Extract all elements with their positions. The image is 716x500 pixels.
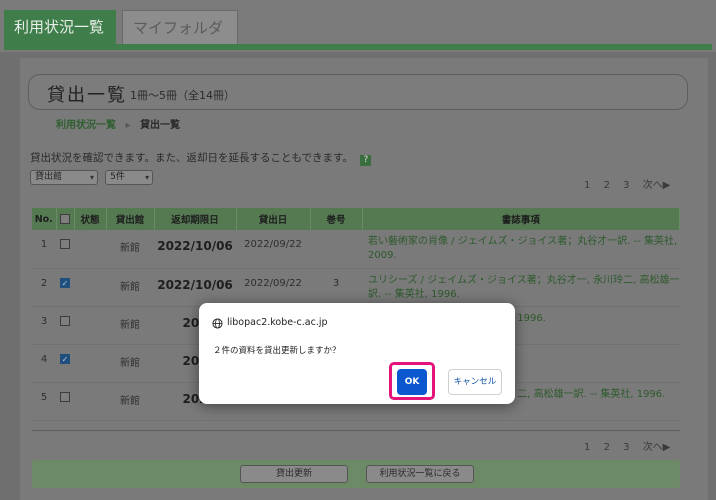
col-bib-info: 書誌事項 [362,208,680,230]
row-status [74,344,106,383]
breadcrumb-usage-list-link[interactable]: 利用状況一覧 [56,120,116,131]
col-volume: 巻号 [310,208,363,230]
renew-loan-button[interactable]: 貸出更新 [240,465,348,483]
select-all-checkbox[interactable] [60,214,70,224]
row-no: 5 [32,382,56,421]
col-select-all [56,208,75,230]
page-link-2[interactable]: 2 [604,180,610,191]
next-page-link[interactable]: 次へ▶ [643,442,671,453]
back-to-usage-list-button[interactable]: 利用状況一覧に戻る [366,465,474,483]
chevron-down-icon: ▾ [145,173,150,182]
col-library: 貸出館 [106,208,155,230]
row-status [74,382,106,421]
breadcrumb-current: 貸出一覧 [140,120,180,131]
per-page-select-value: 5件 [110,172,125,182]
dialog-origin: libopac2.kobe-c.ac.jp [227,317,328,328]
divider [32,430,680,431]
row-checkbox-cell [56,230,74,269]
breadcrumb: 利用状況一覧 ▸ 貸出一覧 [56,116,180,131]
row-volume [310,230,362,269]
row-title-link[interactable]: 若い藝術家の肖像 / ジェイムズ・ジョイス著；丸谷才一訳. -- 集英社, 20… [362,230,680,269]
row-checkbox[interactable] [60,239,70,249]
dialog-message: ２件の資料を貸出更新しますか？ [213,346,341,356]
breadcrumb-separator-icon: ▸ [125,120,131,131]
library-select[interactable]: 貸出館 ▾ [30,170,98,185]
ok-button[interactable]: OK [397,369,427,395]
col-lent-date: 貸出日 [236,208,311,230]
page-link-3[interactable]: 3 [623,442,629,453]
row-checkbox-cell: ✓ [56,268,74,307]
tab-my-folder[interactable]: マイフォルダ [122,10,238,44]
help-icon[interactable]: ? [360,155,372,166]
pager-top: 1 2 3 次へ▶ [574,176,670,191]
row-due-date: 2022/10/06 [154,268,236,307]
filter-selects: 貸出館 ▾ 5件 ▾ [30,170,155,189]
row-lent-date: 2022/09/22 [236,230,310,269]
col-no: No. [32,208,57,230]
info-text-row: 貸出状況を確認できます。また、返却日を延長することもできます。 ? [30,150,372,166]
row-checkbox-cell [56,306,74,345]
info-text: 貸出状況を確認できます。また、返却日を延長することもできます。 [30,152,353,164]
row-library: 新館 [106,382,154,421]
row-no: 3 [32,306,56,345]
row-library: 新館 [106,230,154,269]
row-library: 新館 [106,306,154,345]
table-header-row: No. 状態 貸出館 返却期限日 貸出日 巻号 書誌事項 [32,208,680,230]
row-volume: 3 [310,268,362,307]
table-row: 1 新館 2022/10/06 2022/09/22 若い藝術家の肖像 / ジェ… [32,230,680,269]
row-checkbox[interactable] [60,315,70,326]
page-content: 貸出一覧 1冊～5冊（全14冊） 利用状況一覧 ▸ 貸出一覧 貸出状況を確認でき… [20,58,708,500]
col-status: 状態 [74,208,107,230]
row-due-date: 2022/10/06 [154,230,236,269]
row-status [74,230,106,269]
confirm-dialog: libopac2.kobe-c.ac.jp ２件の資料を貸出更新しますか？ OK… [199,303,515,404]
row-library: 新館 [106,344,154,383]
page-title: 貸出一覧 [47,85,127,106]
row-checkbox-checked[interactable]: ✓ [60,353,70,364]
per-page-select[interactable]: 5件 ▾ [105,170,154,185]
page-heading: 貸出一覧 1冊～5冊（全14冊） [28,74,688,110]
library-select-value: 貸出館 [35,172,63,182]
row-checkbox-cell [56,382,74,421]
tab-strip: 利用状況一覧 マイフォルダ [0,0,716,52]
item-range: 1冊～5冊（全14冊） [130,89,235,102]
page-link-2[interactable]: 2 [604,442,610,453]
tab-usage-list[interactable]: 利用状況一覧 [4,10,116,44]
row-no: 4 [32,344,56,383]
row-no: 2 [32,268,56,307]
page-link-3[interactable]: 3 [623,180,629,191]
row-status [74,306,106,345]
row-no: 1 [32,230,56,269]
row-checkbox-checked[interactable]: ✓ [60,277,70,288]
chevron-down-icon: ▾ [89,173,94,182]
row-title-link[interactable]: ユリシーズ / ジェイムズ・ジョイス著；丸谷才一, 永川玲二, 高松雄一訳. -… [362,268,680,307]
page-link-1[interactable]: 1 [584,180,590,191]
cancel-button[interactable]: キャンセル [448,369,502,395]
row-checkbox-cell: ✓ [56,344,74,383]
action-bar: 貸出更新 利用状況一覧に戻る [32,460,680,488]
col-due-date: 返却期限日 [154,208,237,230]
globe-icon [212,318,223,329]
row-library: 新館 [106,268,154,307]
pager-bottom: 1 2 3 次へ▶ [574,438,670,453]
tab-underline [4,44,712,50]
row-checkbox[interactable] [60,391,70,402]
page-link-1[interactable]: 1 [584,442,590,453]
row-lent-date: 2022/09/22 [236,268,310,307]
row-status [74,268,106,307]
next-page-link[interactable]: 次へ▶ [643,180,671,191]
table-row: 2 ✓ 新館 2022/10/06 2022/09/22 3 ユリシーズ / ジ… [32,268,680,307]
